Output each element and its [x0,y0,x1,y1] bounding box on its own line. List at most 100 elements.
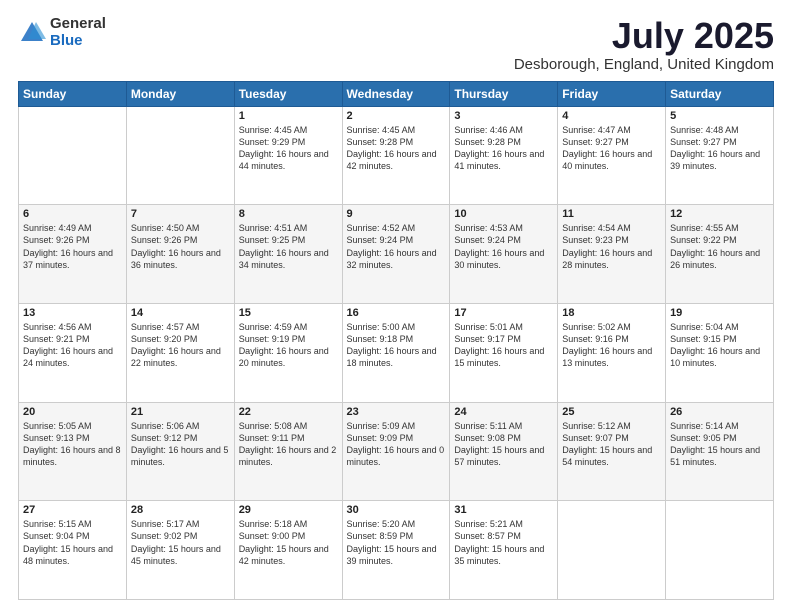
day-detail: Sunrise: 5:08 AMSunset: 9:11 PMDaylight:… [239,420,338,469]
day-detail: Sunrise: 5:06 AMSunset: 9:12 PMDaylight:… [131,420,230,469]
logo: General Blue [18,16,106,49]
day-number: 13 [23,307,122,319]
header: General Blue July 2025 Desborough, Engla… [18,16,774,73]
day-number: 28 [131,504,230,516]
day-number: 8 [239,208,338,220]
day-detail: Sunrise: 4:49 AMSunset: 9:26 PMDaylight:… [23,222,122,271]
col-tuesday: Tuesday [234,81,342,106]
calendar-header-row: Sunday Monday Tuesday Wednesday Thursday… [19,81,774,106]
calendar-week-row: 27Sunrise: 5:15 AMSunset: 9:04 PMDayligh… [19,501,774,600]
day-number: 5 [670,110,769,122]
day-number: 21 [131,406,230,418]
day-detail: Sunrise: 5:02 AMSunset: 9:16 PMDaylight:… [562,321,661,370]
logo-general-label: General [50,16,106,33]
day-number: 1 [239,110,338,122]
day-number: 9 [347,208,446,220]
day-detail: Sunrise: 4:55 AMSunset: 9:22 PMDaylight:… [670,222,769,271]
day-detail: Sunrise: 5:15 AMSunset: 9:04 PMDaylight:… [23,518,122,567]
day-number: 6 [23,208,122,220]
day-detail: Sunrise: 4:46 AMSunset: 9:28 PMDaylight:… [454,124,553,173]
calendar-week-row: 20 Sunrise: 5:05 AMSunset: 9:13 PMDayligh… [19,402,774,501]
day-number: 14 [131,307,230,319]
day-number: 15 [239,307,338,319]
table-row: 23 Sunrise: 5:09 AMSunset: 9:09 PMDayligh… [342,402,450,501]
table-row: 12 Sunrise: 4:55 AMSunset: 9:22 PMDayligh… [666,205,774,304]
day-detail: Sunrise: 5:18 AMSunset: 9:00 PMDaylight:… [239,518,338,567]
table-row: 16Sunrise: 5:00 AMSunset: 9:18 PMDayligh… [342,303,450,402]
day-detail: Sunrise: 4:48 AMSunset: 9:27 PMDaylight:… [670,124,769,173]
table-row: 24Sunrise: 5:11 AMSunset: 9:08 PMDayligh… [450,402,558,501]
table-row: 15Sunrise: 4:59 AMSunset: 9:19 PMDayligh… [234,303,342,402]
table-row [19,106,127,205]
table-row [558,501,666,600]
table-row: 2 Sunrise: 4:45 AMSunset: 9:28 PMDaylight… [342,106,450,205]
day-number: 20 [23,406,122,418]
table-row: 14 Sunrise: 4:57 AMSunset: 9:20 PMDayligh… [126,303,234,402]
day-number: 31 [454,504,553,516]
day-number: 3 [454,110,553,122]
main-title: July 2025 [514,16,774,56]
table-row: 9 Sunrise: 4:52 AMSunset: 9:24 PMDaylight… [342,205,450,304]
col-sunday: Sunday [19,81,127,106]
table-row: 20 Sunrise: 5:05 AMSunset: 9:13 PMDayligh… [19,402,127,501]
table-row: 26 Sunrise: 5:14 AMSunset: 9:05 PMDayligh… [666,402,774,501]
day-detail: Sunrise: 5:01 AMSunset: 9:17 PMDaylight:… [454,321,553,370]
day-detail: Sunrise: 5:14 AMSunset: 9:05 PMDaylight:… [670,420,769,469]
day-detail: Sunrise: 5:20 AMSunset: 8:59 PMDaylight:… [347,518,446,567]
table-row: 27Sunrise: 5:15 AMSunset: 9:04 PMDayligh… [19,501,127,600]
table-row: 7Sunrise: 4:50 AMSunset: 9:26 PMDaylight… [126,205,234,304]
day-number: 4 [562,110,661,122]
day-detail: Sunrise: 4:56 AMSunset: 9:21 PMDaylight:… [23,321,122,370]
day-detail: Sunrise: 4:51 AMSunset: 9:25 PMDaylight:… [239,222,338,271]
col-wednesday: Wednesday [342,81,450,106]
logo-icon [18,19,46,47]
day-detail: Sunrise: 4:53 AMSunset: 9:24 PMDaylight:… [454,222,553,271]
table-row: 17 Sunrise: 5:01 AMSunset: 9:17 PMDayligh… [450,303,558,402]
table-row: 6 Sunrise: 4:49 AMSunset: 9:26 PMDaylight… [19,205,127,304]
table-row [666,501,774,600]
day-detail: Sunrise: 5:00 AMSunset: 9:18 PMDaylight:… [347,321,446,370]
day-number: 2 [347,110,446,122]
page: General Blue July 2025 Desborough, Engla… [0,0,792,612]
table-row: 21 Sunrise: 5:06 AMSunset: 9:12 PMDayligh… [126,402,234,501]
table-row: 3 Sunrise: 4:46 AMSunset: 9:28 PMDaylight… [450,106,558,205]
day-detail: Sunrise: 4:45 AMSunset: 9:28 PMDaylight:… [347,124,446,173]
table-row: 19 Sunrise: 5:04 AMSunset: 9:15 PMDayligh… [666,303,774,402]
day-detail: Sunrise: 5:12 AMSunset: 9:07 PMDaylight:… [562,420,661,469]
logo-blue-label: Blue [50,33,106,50]
day-number: 19 [670,307,769,319]
title-block: July 2025 Desborough, England, United Ki… [514,16,774,73]
day-number: 17 [454,307,553,319]
table-row: 31 Sunrise: 5:21 AMSunset: 8:57 PMDayligh… [450,501,558,600]
day-number: 23 [347,406,446,418]
table-row: 4 Sunrise: 4:47 AMSunset: 9:27 PMDaylight… [558,106,666,205]
day-number: 25 [562,406,661,418]
day-number: 29 [239,504,338,516]
day-detail: Sunrise: 4:45 AMSunset: 9:29 PMDaylight:… [239,124,338,173]
table-row: 30 Sunrise: 5:20 AMSunset: 8:59 PMDayligh… [342,501,450,600]
table-row: 22 Sunrise: 5:08 AMSunset: 9:11 PMDayligh… [234,402,342,501]
table-row: 11Sunrise: 4:54 AMSunset: 9:23 PMDayligh… [558,205,666,304]
day-detail: Sunrise: 5:05 AMSunset: 9:13 PMDaylight:… [23,420,122,469]
calendar-table: Sunday Monday Tuesday Wednesday Thursday… [18,81,774,600]
day-detail: Sunrise: 4:52 AMSunset: 9:24 PMDaylight:… [347,222,446,271]
day-detail: Sunrise: 4:47 AMSunset: 9:27 PMDaylight:… [562,124,661,173]
day-number: 26 [670,406,769,418]
table-row: 1 Sunrise: 4:45 AMSunset: 9:29 PMDaylight… [234,106,342,205]
day-number: 12 [670,208,769,220]
col-monday: Monday [126,81,234,106]
table-row: 28 Sunrise: 5:17 AMSunset: 9:02 PMDayligh… [126,501,234,600]
day-detail: Sunrise: 5:04 AMSunset: 9:15 PMDaylight:… [670,321,769,370]
day-number: 30 [347,504,446,516]
calendar-week-row: 13 Sunrise: 4:56 AMSunset: 9:21 PMDayligh… [19,303,774,402]
day-detail: Sunrise: 5:17 AMSunset: 9:02 PMDaylight:… [131,518,230,567]
day-number: 18 [562,307,661,319]
day-detail: Sunrise: 5:11 AMSunset: 9:08 PMDaylight:… [454,420,553,469]
day-number: 22 [239,406,338,418]
day-detail: Sunrise: 4:57 AMSunset: 9:20 PMDaylight:… [131,321,230,370]
subtitle: Desborough, England, United Kingdom [514,56,774,73]
day-number: 11 [562,208,661,220]
day-detail: Sunrise: 5:09 AMSunset: 9:09 PMDaylight:… [347,420,446,469]
day-number: 10 [454,208,553,220]
day-detail: Sunrise: 5:21 AMSunset: 8:57 PMDaylight:… [454,518,553,567]
